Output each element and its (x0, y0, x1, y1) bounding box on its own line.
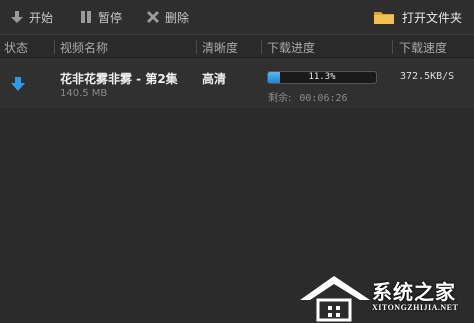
column-header-speed[interactable]: 下载速度 (399, 39, 447, 56)
remaining-time: 剩余: 00:06:26 (268, 89, 348, 104)
download-row[interactable]: 花非花雾非雾 - 第2集 140.5 MB 高清 11.3% 剩余: 00:06:… (0, 58, 474, 108)
open-folder-label: 打开文件夹 (402, 10, 463, 25)
file-size: 140.5 MB (60, 88, 108, 99)
column-divider[interactable] (261, 40, 262, 54)
start-button-label: 开始 (29, 10, 54, 25)
progress-bar: 11.3% (267, 71, 377, 84)
pause-button[interactable]: 暂停 (79, 0, 122, 34)
delete-button[interactable]: 删除 (146, 0, 189, 34)
download-start-icon (10, 10, 24, 24)
video-title: 花非花雾非雾 - 第2集 (60, 72, 178, 86)
download-arrow-icon (10, 76, 26, 92)
download-speed: 372.5KB/S (400, 71, 455, 82)
pause-button-label: 暂停 (98, 10, 123, 25)
list-header: 状态 视频名称 清晰度 下载进度 下载速度 (0, 34, 474, 58)
delete-x-icon (146, 10, 160, 24)
delete-button-label: 删除 (165, 10, 190, 25)
start-button[interactable]: 开始 (10, 0, 53, 34)
open-folder-button[interactable]: 打开文件夹 (373, 0, 462, 34)
pause-icon (79, 10, 93, 24)
column-divider[interactable] (54, 40, 55, 54)
column-header-quality[interactable]: 清晰度 (202, 39, 238, 56)
column-header-name[interactable]: 视频名称 (60, 39, 108, 56)
toolbar: 开始 暂停 删除 打开文件夹 (0, 0, 474, 34)
remaining-label: 剩余: (268, 93, 292, 104)
progress-percent: 11.3% (308, 72, 336, 82)
column-header-progress[interactable]: 下载进度 (267, 39, 315, 56)
quality-value: 高清 (202, 72, 227, 86)
folder-icon (373, 9, 395, 25)
column-divider[interactable] (392, 40, 393, 54)
watermark-url: XITONGZHIJIA.NET (372, 303, 459, 312)
watermark-brand: 系统之家 (372, 280, 456, 304)
column-header-status[interactable]: 状态 (4, 39, 28, 56)
remaining-time-value: 00:06:26 (299, 93, 348, 104)
column-divider[interactable] (196, 40, 197, 54)
